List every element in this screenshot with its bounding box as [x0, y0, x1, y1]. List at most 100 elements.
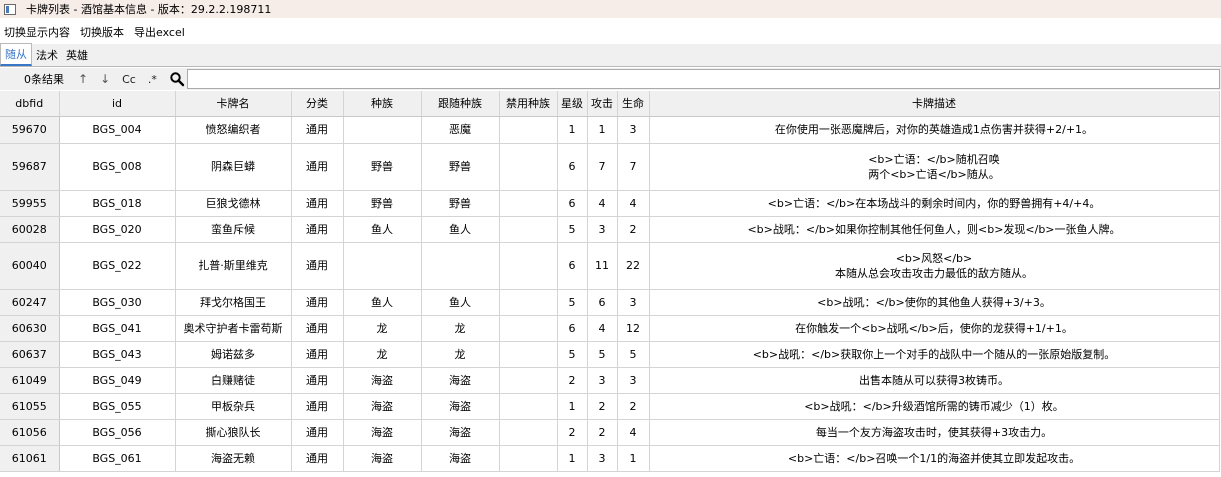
cell-dbfid[interactable]: 61055: [0, 393, 60, 420]
cell-health[interactable]: 12: [617, 315, 650, 342]
cell-card-name[interactable]: 阴森巨蟒: [175, 143, 292, 191]
menu-switch-version[interactable]: 切换版本: [76, 24, 130, 40]
cell-description[interactable]: <b>风怒</b> 本随从总会攻击攻击力最低的敌方随从。: [649, 242, 1220, 290]
cell-category[interactable]: 通用: [291, 242, 344, 290]
cell-follow-race[interactable]: 鱼人: [421, 216, 500, 243]
cell-health[interactable]: 2: [617, 393, 650, 420]
cell-health[interactable]: 3: [617, 116, 650, 144]
cell-attack[interactable]: 6: [587, 289, 618, 316]
cell-tier[interactable]: 6: [557, 143, 588, 191]
cell-category[interactable]: 通用: [291, 143, 344, 191]
cell-dbfid[interactable]: 59955: [0, 190, 60, 217]
cell-tier[interactable]: 1: [557, 116, 588, 144]
table-row[interactable]: 61056 BGS_056 撕心狼队长 通用 海盗 海盗 2 2 4 每当一个友方海盗攻击时，使其…: [0, 419, 1220, 446]
cell-category[interactable]: 通用: [291, 419, 344, 446]
cell-attack[interactable]: 7: [587, 143, 618, 191]
cell-description[interactable]: <b>战吼：</b>获取你上一个对手的战队中一个随从的一张原始版复制。: [649, 341, 1220, 368]
cell-follow-race[interactable]: 恶魔: [421, 116, 500, 144]
col-header-description[interactable]: 卡牌描述: [649, 91, 1220, 117]
cell-id[interactable]: BGS_055: [59, 393, 176, 420]
cell-description[interactable]: 每当一个友方海盗攻击时，使其获得+3攻击力。: [649, 419, 1220, 446]
cell-tier[interactable]: 6: [557, 242, 588, 290]
cell-dbfid[interactable]: 59670: [0, 116, 60, 144]
col-header-follow-race[interactable]: 跟随种族: [421, 91, 500, 117]
cell-dbfid[interactable]: 60637: [0, 341, 60, 368]
cell-attack[interactable]: 3: [587, 367, 618, 394]
table-row[interactable]: 59687 BGS_008 阴森巨蟒 通用 野兽 野兽 6 7 7 <b>亡语：</b>随机召唤 …: [0, 143, 1220, 191]
col-header-health[interactable]: 生命: [617, 91, 650, 117]
tab-heroes[interactable]: 英雄: [62, 44, 92, 66]
col-header-attack[interactable]: 攻击: [587, 91, 618, 117]
cell-tier[interactable]: 2: [557, 419, 588, 446]
table-row[interactable]: 61049 BGS_049 白赚赌徒 通用 海盗 海盗 2 3 3 出售本随从可以获得3枚铸币。: [0, 367, 1220, 394]
cell-banned-race[interactable]: [499, 116, 558, 144]
cell-banned-race[interactable]: [499, 315, 558, 342]
cell-dbfid[interactable]: 60040: [0, 242, 60, 290]
cell-id[interactable]: BGS_061: [59, 445, 176, 472]
cell-attack[interactable]: 11: [587, 242, 618, 290]
table-row[interactable]: 60630 BGS_041 奥术守护者卡雷苟斯 通用龙龙 6 4 12 在你触发一个<b>战吼…: [0, 315, 1220, 342]
cell-card-name[interactable]: 拜戈尔格国王: [175, 289, 292, 316]
cell-category[interactable]: 通用: [291, 393, 344, 420]
cell-card-name[interactable]: 扎普·斯里维克: [175, 242, 292, 290]
cell-follow-race[interactable]: 龙: [421, 315, 500, 342]
cell-banned-race[interactable]: [499, 216, 558, 243]
cell-follow-race[interactable]: 海盗: [421, 419, 500, 446]
cell-category[interactable]: 通用: [291, 315, 344, 342]
search-icon[interactable]: [169, 71, 185, 87]
cell-race[interactable]: 鱼人: [343, 289, 422, 316]
find-next-button[interactable]: ↓: [100, 72, 110, 86]
cell-card-name[interactable]: 巨狼戈德林: [175, 190, 292, 217]
cell-health[interactable]: 5: [617, 341, 650, 368]
cell-category[interactable]: 通用: [291, 289, 344, 316]
cell-banned-race[interactable]: [499, 341, 558, 368]
col-header-tier[interactable]: 星级: [557, 91, 588, 117]
cell-category[interactable]: 通用: [291, 367, 344, 394]
cell-follow-race[interactable]: 龙: [421, 341, 500, 368]
cell-id[interactable]: BGS_018: [59, 190, 176, 217]
cell-follow-race[interactable]: [421, 242, 500, 290]
cell-category[interactable]: 通用: [291, 216, 344, 243]
cell-race[interactable]: 龙: [343, 341, 422, 368]
cell-dbfid[interactable]: 59687: [0, 143, 60, 191]
cell-banned-race[interactable]: [499, 393, 558, 420]
col-header-card-name[interactable]: 卡牌名: [175, 91, 292, 117]
cell-race[interactable]: 海盗: [343, 419, 422, 446]
cell-tier[interactable]: 5: [557, 289, 588, 316]
cell-race[interactable]: [343, 242, 422, 290]
cell-attack[interactable]: 2: [587, 393, 618, 420]
cell-race[interactable]: 野兽: [343, 143, 422, 191]
table-row[interactable]: 59955 BGS_018 巨狼戈德林 通用 野兽 野兽 6 4 4 <b>亡语：</b>在本场战…: [0, 190, 1220, 217]
cell-card-name[interactable]: 撕心狼队长: [175, 419, 292, 446]
cell-health[interactable]: 3: [617, 367, 650, 394]
cell-dbfid[interactable]: 60630: [0, 315, 60, 342]
cell-tier[interactable]: 1: [557, 445, 588, 472]
cell-card-name[interactable]: 愤怒编织者: [175, 116, 292, 144]
cell-description[interactable]: 在你触发一个<b>战吼</b>后，使你的龙获得+1/+1。: [649, 315, 1220, 342]
cell-tier[interactable]: 1: [557, 393, 588, 420]
cell-card-name[interactable]: 姆诺兹多: [175, 341, 292, 368]
cell-follow-race[interactable]: 野兽: [421, 190, 500, 217]
cell-banned-race[interactable]: [499, 367, 558, 394]
cell-attack[interactable]: 2: [587, 419, 618, 446]
cell-card-name[interactable]: 蛮鱼斥候: [175, 216, 292, 243]
menu-export-excel[interactable]: 导出excel: [130, 24, 191, 40]
cell-card-name[interactable]: 海盗无赖: [175, 445, 292, 472]
cell-id[interactable]: BGS_022: [59, 242, 176, 290]
cell-banned-race[interactable]: [499, 242, 558, 290]
table-row[interactable]: 61061 BGS_061 海盗无赖 通用 海盗 海盗 1 3 1 <b>亡语：</b>召唤一个1…: [0, 445, 1220, 472]
cell-id[interactable]: BGS_041: [59, 315, 176, 342]
cell-description[interactable]: 在你使用一张恶魔牌后，对你的英雄造成1点伤害并获得+2/+1。: [649, 116, 1220, 144]
cell-category[interactable]: 通用: [291, 190, 344, 217]
table-row[interactable]: 60247 BGS_030 拜戈尔格国王 通用 鱼人 鱼人 5 6 3 <b>战吼：</b>使你的…: [0, 289, 1220, 316]
cell-follow-race[interactable]: 海盗: [421, 393, 500, 420]
cell-id[interactable]: BGS_020: [59, 216, 176, 243]
cell-health[interactable]: 4: [617, 190, 650, 217]
match-case-button[interactable]: Cc: [122, 73, 136, 86]
cell-id[interactable]: BGS_030: [59, 289, 176, 316]
table-row[interactable]: 60637 BGS_043 姆诺兹多 通用龙龙 5 5 5 <b>战吼：</b>获取你上一个对…: [0, 341, 1220, 368]
cell-banned-race[interactable]: [499, 419, 558, 446]
cell-description[interactable]: <b>亡语：</b>在本场战斗的剩余时间内，你的野兽拥有+4/+4。: [649, 190, 1220, 217]
col-header-id[interactable]: id: [59, 91, 176, 117]
tab-spells[interactable]: 法术: [32, 44, 62, 66]
